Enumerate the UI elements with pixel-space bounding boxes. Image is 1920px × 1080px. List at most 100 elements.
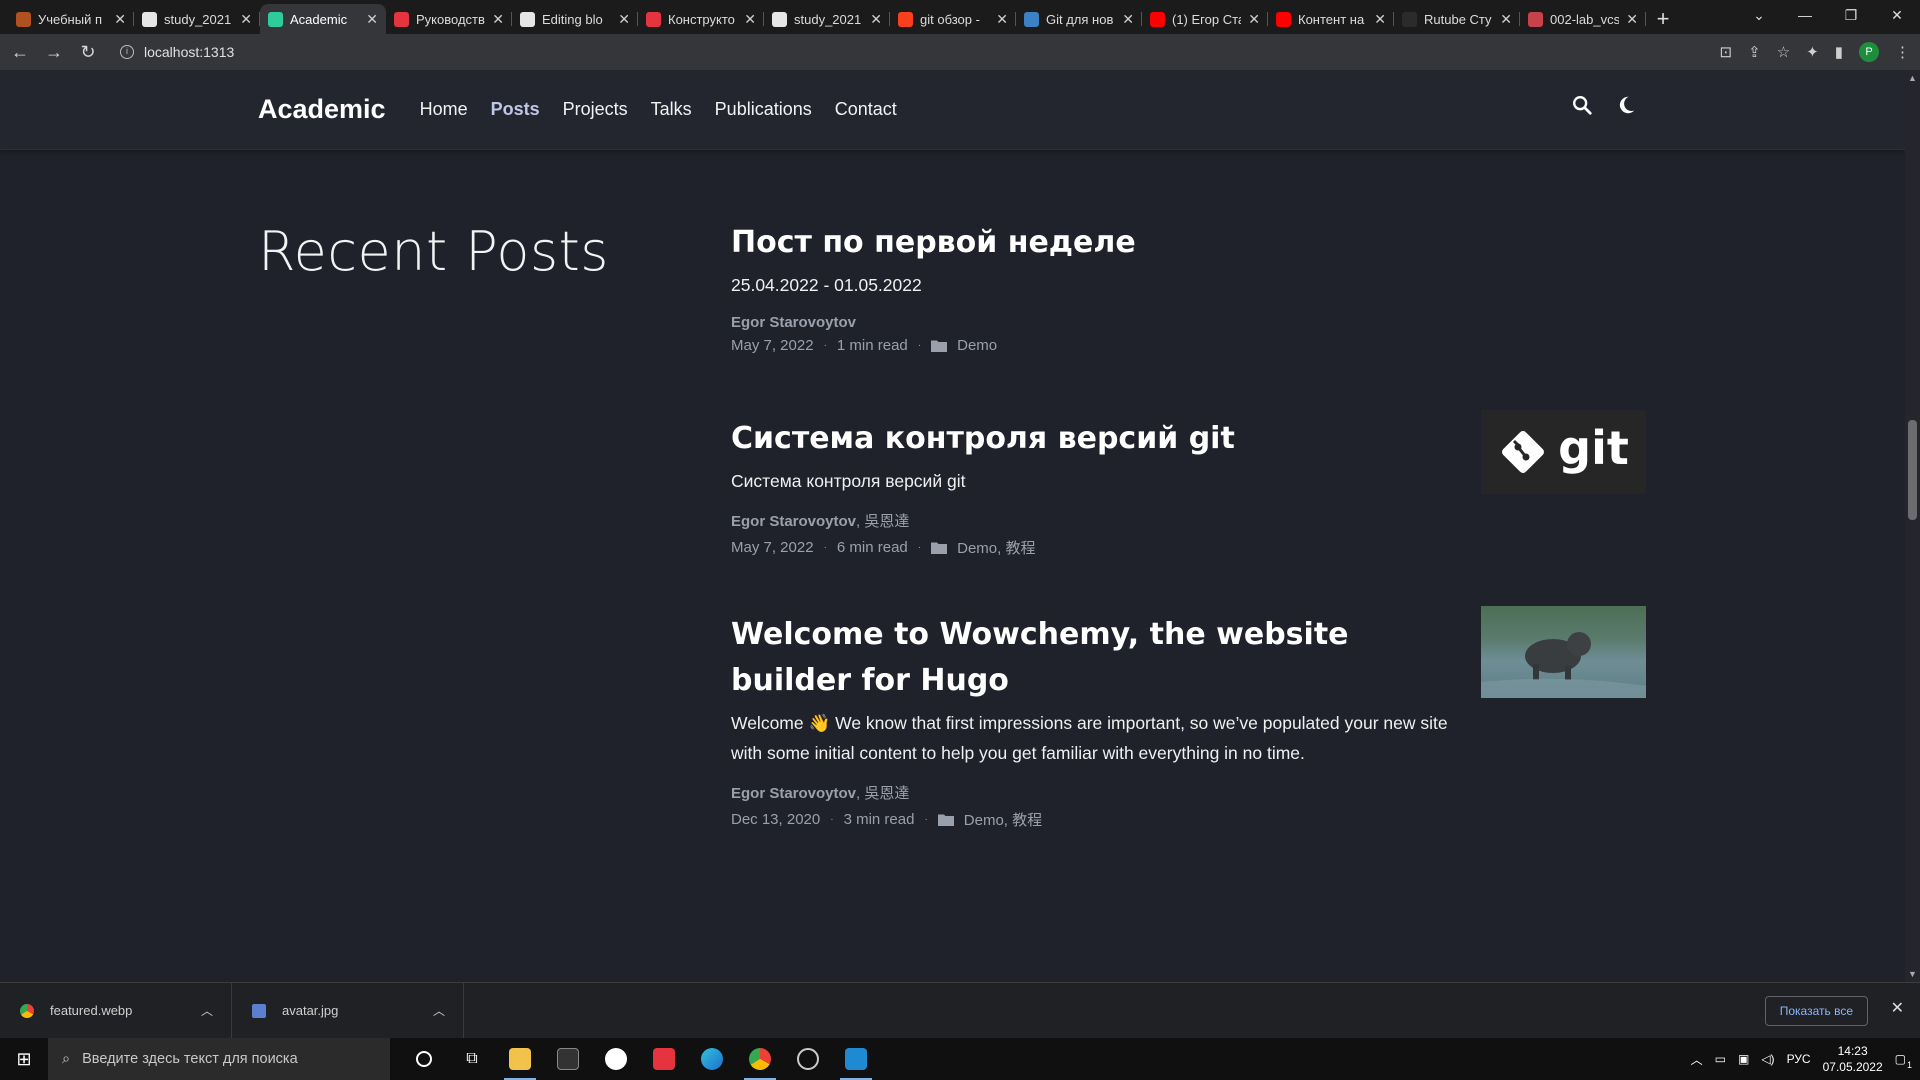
browser-tab[interactable]: Контент на ✕ bbox=[1268, 4, 1394, 34]
taskbar-search-box[interactable]: ⌕ Введите здесь текст для поиска bbox=[48, 1038, 390, 1080]
post-categories[interactable]: Demo, 教程 bbox=[957, 537, 1035, 558]
close-window-button[interactable]: ✕ bbox=[1874, 0, 1920, 30]
nav-item-contact[interactable]: Contact bbox=[835, 99, 897, 120]
browser-tab[interactable]: Конструкто ✕ bbox=[638, 4, 764, 34]
tab-label[interactable]: Editing blo bbox=[542, 12, 611, 27]
tab-close-icon[interactable]: ✕ bbox=[1374, 11, 1386, 28]
chrome-icon[interactable] bbox=[736, 1038, 784, 1080]
browser-tab[interactable]: (1) Егор Ста ✕ bbox=[1142, 4, 1268, 34]
tab-search-icon[interactable]: ⌄ bbox=[1736, 0, 1782, 30]
post-thumbnail-git[interactable]: git bbox=[1481, 410, 1646, 494]
tab-label[interactable]: Academic bbox=[290, 12, 359, 27]
file-explorer-icon[interactable] bbox=[496, 1038, 544, 1080]
scroll-down-arrow-icon[interactable]: ▼ bbox=[1905, 969, 1920, 979]
minimize-button[interactable]: — bbox=[1782, 0, 1828, 30]
download-filename[interactable]: featured.webp bbox=[50, 1003, 132, 1018]
show-all-downloads-button[interactable]: Показать все bbox=[1764, 996, 1868, 1026]
browser-tab[interactable]: Руководств ✕ bbox=[386, 4, 512, 34]
notification-icon[interactable]: ▢ 1 bbox=[1895, 1052, 1912, 1070]
nav-item-posts[interactable]: Posts bbox=[491, 99, 540, 120]
tab-label[interactable]: Руководств bbox=[416, 12, 485, 27]
tab-close-icon[interactable]: ✕ bbox=[366, 11, 378, 28]
search-icon[interactable] bbox=[1571, 94, 1593, 116]
new-tab-button[interactable]: + bbox=[1646, 4, 1680, 34]
url-text[interactable]: localhost:1313 bbox=[144, 44, 234, 60]
download-filename[interactable]: avatar.jpg bbox=[282, 1003, 338, 1018]
tab-close-icon[interactable]: ✕ bbox=[1500, 11, 1512, 28]
address-bar[interactable]: i localhost:1313 bbox=[120, 44, 234, 60]
browser-tab[interactable]: Rutube Сту ✕ bbox=[1394, 4, 1520, 34]
tab-label[interactable]: study_2021 bbox=[794, 12, 863, 27]
close-downloads-icon[interactable]: ✕ bbox=[1891, 998, 1904, 1018]
bookmark-star-icon[interactable]: ☆ bbox=[1777, 43, 1790, 61]
tray-expand-icon[interactable]: ︿ bbox=[1691, 1051, 1703, 1068]
tab-label[interactable]: (1) Егор Ста bbox=[1172, 12, 1241, 27]
author-link[interactable]: Egor Starovoytov bbox=[731, 513, 856, 530]
site-brand[interactable]: Academic bbox=[258, 94, 386, 125]
tab-close-icon[interactable]: ✕ bbox=[1122, 11, 1134, 28]
tab-label[interactable]: 002-lab_vcs bbox=[1550, 12, 1619, 27]
windows-start-icon[interactable]: ⊞ bbox=[0, 1049, 48, 1070]
tab-label[interactable]: Контент на bbox=[1298, 12, 1367, 27]
post-title[interactable]: Пост по первой неделе bbox=[731, 220, 1461, 266]
network-icon[interactable]: ▣ bbox=[1738, 1052, 1749, 1066]
yandex-icon[interactable] bbox=[640, 1038, 688, 1080]
volume-icon[interactable]: ◁) bbox=[1761, 1052, 1774, 1066]
back-arrow-icon[interactable]: ← bbox=[10, 42, 30, 63]
post-categories[interactable]: Demo bbox=[957, 337, 997, 354]
author-link[interactable]: Egor Starovoytov bbox=[731, 314, 856, 331]
restore-button[interactable]: ❐ bbox=[1828, 0, 1874, 30]
co-author[interactable]: , 吳恩達 bbox=[856, 785, 909, 802]
tab-close-icon[interactable]: ✕ bbox=[870, 11, 882, 28]
input-language[interactable]: РУС bbox=[1787, 1052, 1811, 1066]
tab-label[interactable]: git обзор - bbox=[920, 12, 989, 27]
page-scrollbar[interactable]: ▲ ▼ bbox=[1905, 70, 1920, 982]
nav-item-projects[interactable]: Projects bbox=[563, 99, 628, 120]
yandex-browser-icon[interactable] bbox=[592, 1038, 640, 1080]
browser-tab[interactable]: Git для нов ✕ bbox=[1016, 4, 1142, 34]
browser-tab[interactable]: Editing blo ✕ bbox=[512, 4, 638, 34]
nav-item-talks[interactable]: Talks bbox=[651, 99, 692, 120]
tab-close-icon[interactable]: ✕ bbox=[492, 11, 504, 28]
edge-icon[interactable] bbox=[688, 1038, 736, 1080]
scroll-up-arrow-icon[interactable]: ▲ bbox=[1905, 73, 1920, 83]
post-categories[interactable]: Demo, 教程 bbox=[964, 809, 1042, 830]
tab-close-icon[interactable]: ✕ bbox=[618, 11, 630, 28]
obs-icon[interactable] bbox=[784, 1038, 832, 1080]
nav-item-publications[interactable]: Publications bbox=[715, 99, 812, 120]
terminal-icon[interactable] bbox=[544, 1038, 592, 1080]
tab-close-icon[interactable]: ✕ bbox=[1626, 11, 1638, 28]
tab-close-icon[interactable]: ✕ bbox=[240, 11, 252, 28]
clock[interactable]: 14:23 07.05.2022 bbox=[1823, 1043, 1883, 1075]
reload-icon[interactable]: ↻ bbox=[78, 42, 98, 63]
tab-label[interactable]: Git для нов bbox=[1046, 12, 1115, 27]
browser-tab[interactable]: study_2021 ✕ bbox=[134, 4, 260, 34]
tab-label[interactable]: Конструкто bbox=[668, 12, 737, 27]
post-thumbnail-dog-photo[interactable] bbox=[1481, 606, 1646, 698]
browser-tab[interactable]: Учебный п ✕ bbox=[8, 4, 134, 34]
side-panel-icon[interactable]: ▮ bbox=[1835, 43, 1843, 61]
download-item[interactable]: avatar.jpg ︿ bbox=[232, 982, 464, 1039]
forward-arrow-icon[interactable]: → bbox=[44, 42, 64, 63]
taskbar-search-placeholder[interactable]: Введите здесь текст для поиска bbox=[82, 1051, 298, 1067]
tab-label[interactable]: Rutube Сту bbox=[1424, 12, 1493, 27]
browser-tab[interactable]: 002-lab_vcs ✕ bbox=[1520, 4, 1646, 34]
browser-tab[interactable]: git обзор - ✕ bbox=[890, 4, 1016, 34]
task-view-icon[interactable]: ⧉ bbox=[448, 1038, 496, 1080]
translate-icon[interactable]: ⊡ bbox=[1720, 43, 1733, 61]
tab-close-icon[interactable]: ✕ bbox=[996, 11, 1008, 28]
browser-tab[interactable]: study_2021 ✕ bbox=[764, 4, 890, 34]
browser-tab[interactable]: Academic ✕ bbox=[260, 4, 386, 34]
share-icon[interactable]: ⇪ bbox=[1748, 43, 1761, 61]
extensions-icon[interactable]: ✦ bbox=[1806, 43, 1819, 61]
tab-close-icon[interactable]: ✕ bbox=[114, 11, 126, 28]
site-info-icon[interactable]: i bbox=[120, 45, 134, 59]
tab-close-icon[interactable]: ✕ bbox=[1248, 11, 1260, 28]
nav-item-home[interactable]: Home bbox=[420, 99, 468, 120]
chevron-up-icon[interactable]: ︿ bbox=[201, 1002, 213, 1019]
post-title[interactable]: Welcome to Wowchemy, the website builder… bbox=[731, 612, 1461, 704]
battery-icon[interactable]: ▭ bbox=[1715, 1052, 1726, 1066]
co-author[interactable]: , 吳恩達 bbox=[856, 513, 909, 530]
profile-avatar[interactable]: P bbox=[1859, 42, 1879, 62]
author-link[interactable]: Egor Starovoytov bbox=[731, 785, 856, 802]
